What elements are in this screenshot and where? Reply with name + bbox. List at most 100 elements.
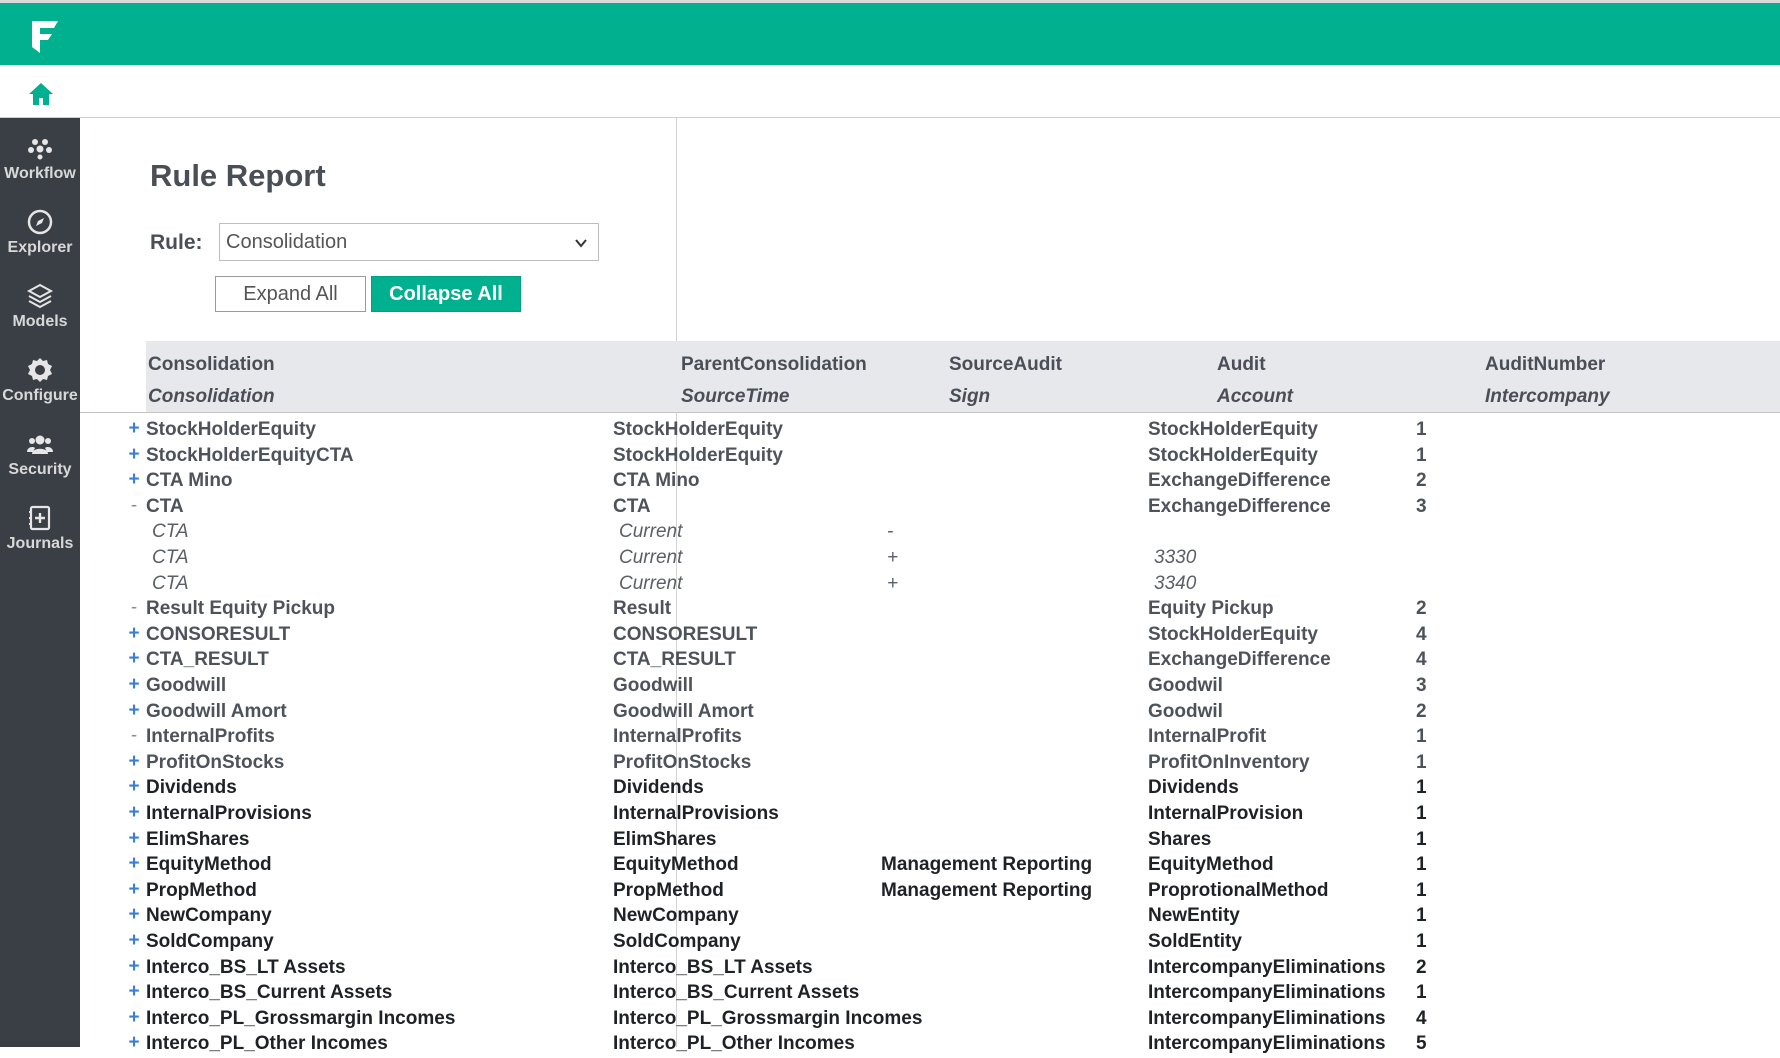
table-cell: SoldCompany	[613, 931, 741, 952]
expand-row-toggle[interactable]: +	[127, 981, 141, 1003]
table-row[interactable]: - Result Equity Pickup Result Equity Pickup…	[80, 597, 1780, 623]
expand-row-toggle[interactable]: +	[127, 930, 141, 952]
table-row[interactable]: + StockHolderEquityCTA StockHolderEquity St…	[80, 444, 1780, 470]
expand-row-toggle[interactable]: +	[127, 623, 141, 645]
column-subheader[interactable]: Consolidation	[148, 386, 275, 408]
expand-row-toggle[interactable]: +	[127, 648, 141, 670]
table-row[interactable]: + EquityMethod EquityMethod Management Repo…	[80, 853, 1780, 879]
table-row[interactable]: + Interco_PL_Grossmargin Incomes Interco_P…	[80, 1007, 1780, 1033]
table-cell: NewEntity	[1148, 905, 1240, 927]
expand-row-toggle[interactable]: +	[127, 879, 141, 901]
table-row[interactable]: - InternalProfits InternalProfits InternalP…	[80, 725, 1780, 751]
expand-row-toggle[interactable]: +	[127, 1032, 141, 1054]
table-row[interactable]: + SoldCompany SoldCompany SoldEntity 1	[80, 930, 1780, 956]
table-cell: ElimShares	[613, 828, 717, 850]
table-cell: Interco_PL_Grossmargin Incomes	[146, 1007, 456, 1029]
sidebar-nav: Workflow Explorer Models Configure Secur…	[0, 118, 80, 1047]
expand-row-toggle[interactable]: +	[127, 700, 141, 722]
collapse-all-button[interactable]: Collapse All	[371, 276, 521, 312]
column-subheader[interactable]: SourceTime	[681, 386, 789, 408]
compass-icon	[27, 209, 53, 235]
column-header[interactable]: ParentConsolidation	[681, 354, 867, 376]
table-row[interactable]: + ProfitOnStocks ProfitOnStocks ProfitOnInv…	[80, 751, 1780, 777]
table-cell: 3330	[1154, 547, 1197, 568]
column-header[interactable]: Audit	[1217, 354, 1266, 376]
expand-row-toggle[interactable]: +	[127, 956, 141, 978]
table-cell: IntercompanyEliminations	[1148, 1033, 1386, 1055]
table-row-detail[interactable]: CTA Current +3340	[80, 573, 1780, 598]
table-row[interactable]: + Goodwill Goodwill Goodwil 3	[80, 674, 1780, 700]
table-cell: ElimShares	[146, 828, 250, 850]
table-cell: Current	[619, 547, 683, 568]
table-row[interactable]: - CTA CTA ExchangeDifference 3	[80, 495, 1780, 521]
table-row[interactable]: + InternalProvisions InternalProvisions Int…	[80, 802, 1780, 828]
home-icon[interactable]	[28, 82, 54, 106]
page-title: Rule Report	[150, 158, 326, 193]
table-row[interactable]: + NewCompany NewCompany NewEntity 1	[80, 904, 1780, 930]
sidebar-item-explorer[interactable]: Explorer	[0, 192, 80, 268]
sidebar-item-security[interactable]: Security	[0, 414, 80, 490]
table-cell: 4	[1416, 649, 1427, 671]
column-subheader[interactable]: Intercompany	[1485, 386, 1610, 408]
table-cell: ProfitOnStocks	[146, 751, 285, 773]
table-row[interactable]: + StockHolderEquity StockHolderEquity Stock…	[80, 418, 1780, 444]
collapse-row-toggle[interactable]: -	[127, 597, 141, 619]
expand-row-toggle[interactable]: +	[127, 1007, 141, 1029]
table-cell: StockHolderEquity	[1148, 444, 1318, 466]
table-cell: Shares	[1148, 828, 1212, 850]
expand-row-toggle[interactable]: +	[127, 776, 141, 798]
expand-row-toggle[interactable]: +	[127, 674, 141, 696]
expand-row-toggle[interactable]: +	[127, 469, 141, 491]
table-cell: PropMethod	[613, 879, 724, 901]
column-subheader[interactable]: Account	[1217, 386, 1293, 408]
table-row[interactable]: + Interco_PL_Other Incomes Interco_PL_Othe…	[80, 1032, 1780, 1058]
table-row[interactable]: + ElimShares ElimShares Shares 1	[80, 828, 1780, 854]
column-header[interactable]: AuditNumber	[1485, 354, 1605, 376]
expand-row-toggle[interactable]: +	[127, 904, 141, 926]
table-cell: 1	[1416, 854, 1427, 876]
expand-row-toggle[interactable]: +	[127, 751, 141, 773]
column-header[interactable]: SourceAudit	[949, 354, 1062, 376]
expand-row-toggle[interactable]: +	[127, 444, 141, 466]
table-cell: StockHolderEquity	[146, 419, 316, 440]
app-logo[interactable]	[28, 17, 62, 55]
sidebar-item-workflow[interactable]: Workflow	[0, 118, 80, 194]
table-row[interactable]: + CTA_RESULT CTA_RESULT ExchangeDifference 4	[80, 648, 1780, 674]
collapse-row-toggle[interactable]: -	[127, 495, 141, 517]
table-cell: ProprotionalMethod	[1148, 879, 1329, 901]
table-cell: EquityMethod	[1148, 854, 1274, 876]
table-row[interactable]: + CONSORESULT CONSORESULT StockHolderEquity…	[80, 623, 1780, 649]
table-row[interactable]: + Goodwill Amort Goodwill Amort Goodwil 2	[80, 700, 1780, 726]
table-row[interactable]: + PropMethod PropMethod Management Reportin…	[80, 879, 1780, 905]
table-cell: Goodwill Amort	[613, 700, 754, 722]
table-cell: Interco_BS_LT Assets	[146, 956, 346, 978]
collapse-row-toggle[interactable]: -	[127, 725, 141, 747]
table-row-detail[interactable]: CTA Current -	[80, 521, 1780, 546]
sidebar-item-configure[interactable]: Configure	[0, 340, 80, 416]
table-cell: IntercompanyEliminations	[1148, 1007, 1386, 1029]
table-row[interactable]: + Interco_BS_Current Assets Interco_BS_Cur…	[80, 981, 1780, 1007]
table-cell: ExchangeDifference	[1148, 495, 1331, 517]
table-row[interactable]: + Interco_BS_LT Assets Interco_BS_LT Asset…	[80, 956, 1780, 982]
table-cell: Current	[619, 572, 683, 594]
table-cell: CONSORESULT	[146, 623, 291, 645]
table-row[interactable]: + CTA Mino CTA Mino ExchangeDifference 2	[80, 469, 1780, 495]
table-row[interactable]: + Dividends Dividends Dividends 1	[80, 776, 1780, 802]
table-cell: SoldEntity	[1148, 931, 1242, 952]
table-cell: 2	[1416, 470, 1427, 492]
sidebar-item-journals[interactable]: Journals	[0, 488, 80, 564]
column-header[interactable]: Consolidation	[148, 354, 275, 376]
table-row-detail[interactable]: CTA Current +3330	[80, 547, 1780, 572]
table-cell: IntercompanyEliminations	[1148, 956, 1386, 978]
column-subheader[interactable]: Sign	[949, 386, 990, 408]
expand-row-toggle[interactable]: +	[127, 828, 141, 850]
expand-all-button[interactable]: Expand All	[215, 276, 366, 312]
sidebar-item-models[interactable]: Models	[0, 266, 80, 342]
expand-row-toggle[interactable]: +	[127, 802, 141, 824]
expand-row-toggle[interactable]: +	[127, 853, 141, 875]
table-cell: 3	[1416, 675, 1427, 696]
expand-row-toggle[interactable]: +	[127, 418, 141, 440]
rule-select[interactable]: Consolidation	[219, 223, 599, 261]
sidebar-item-label: Models	[12, 313, 68, 330]
table-cell: +	[887, 547, 899, 568]
